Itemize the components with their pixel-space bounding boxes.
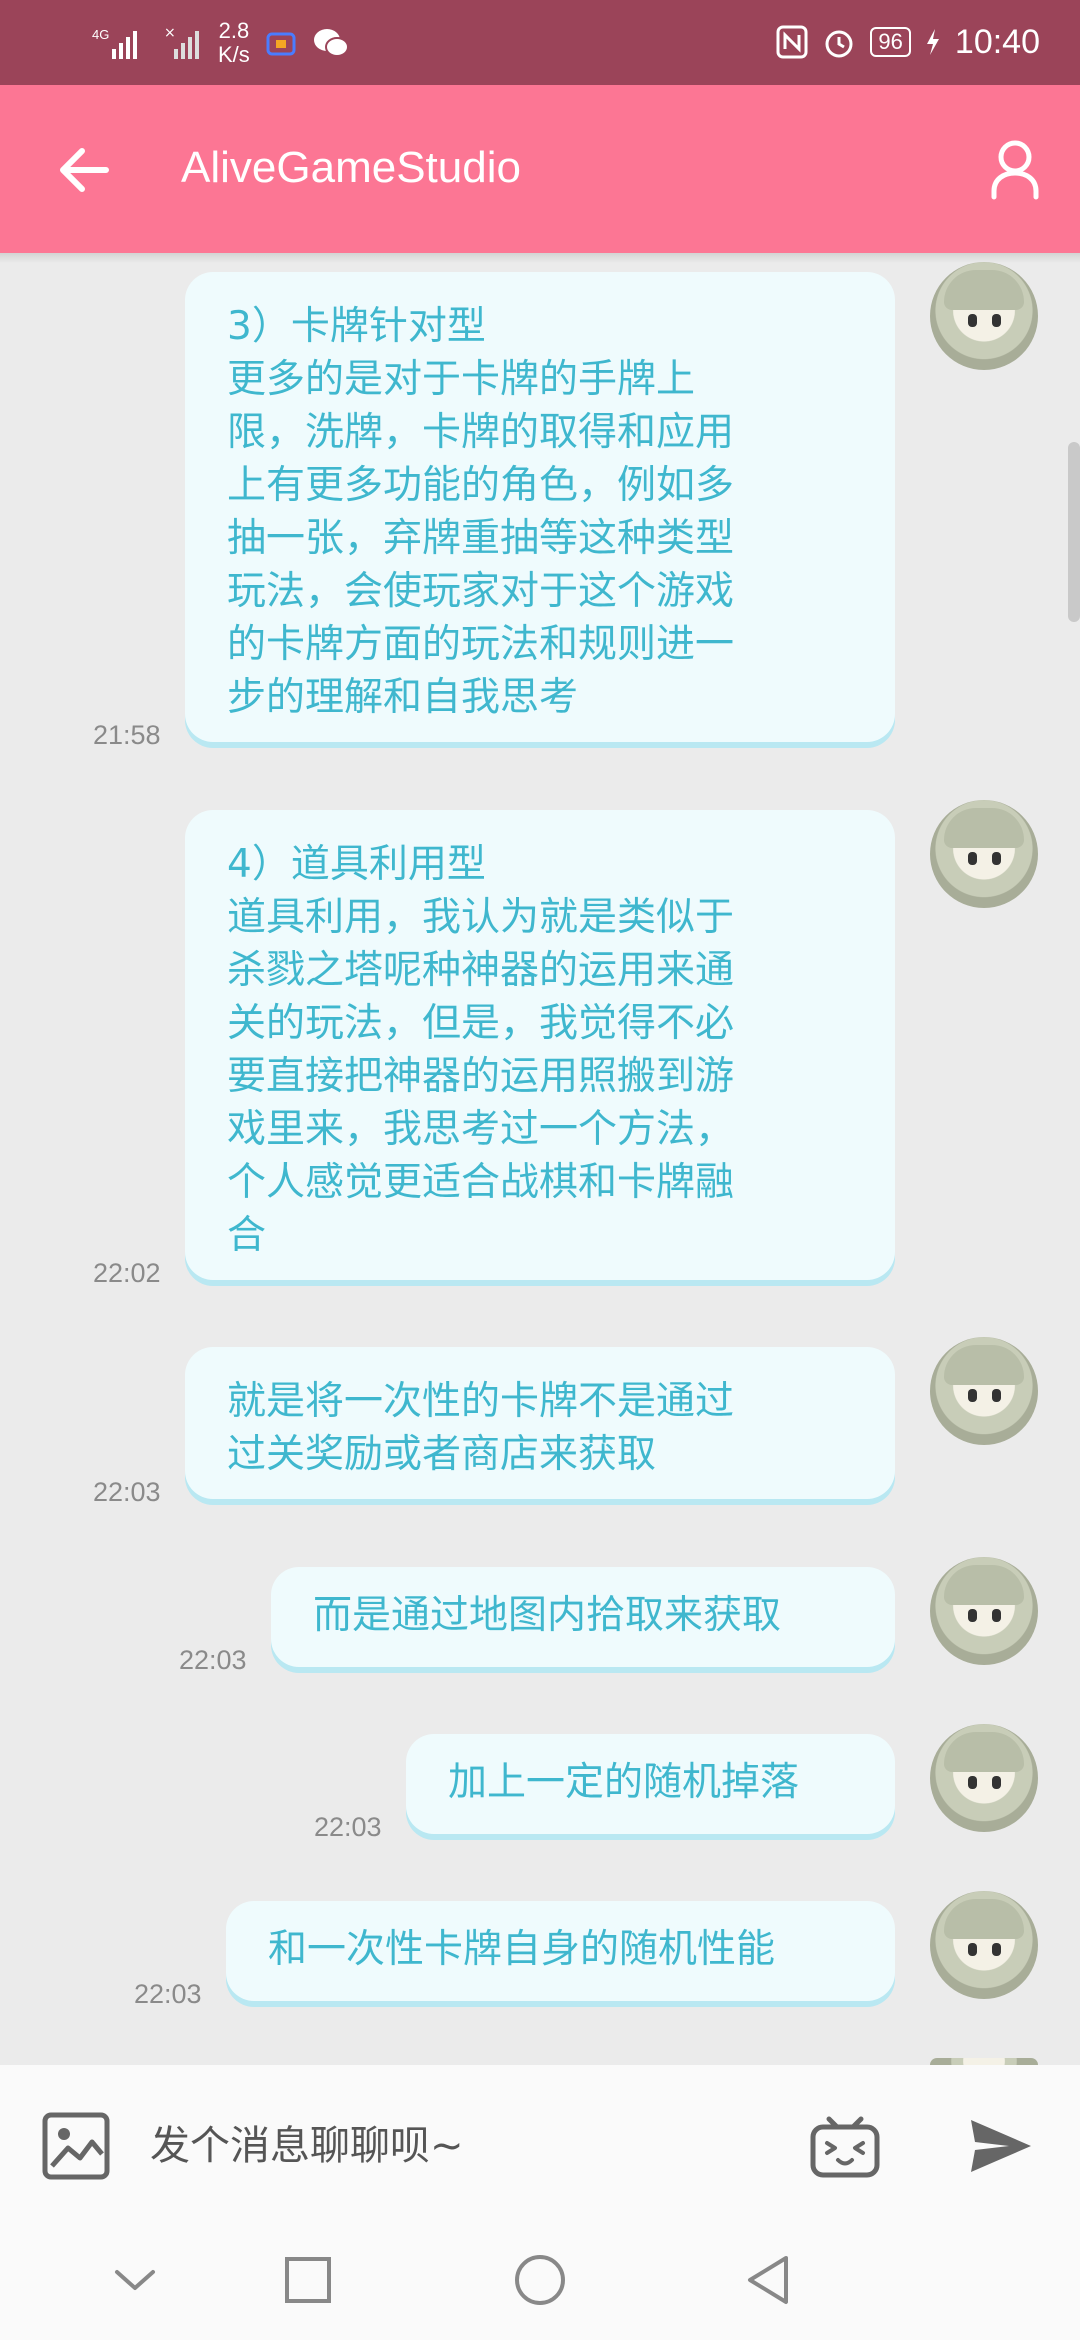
send-icon (971, 2120, 1031, 2172)
nav-home-button[interactable] (510, 2250, 570, 2310)
system-nav-bar (0, 2225, 1080, 2340)
avatar[interactable] (930, 1337, 1038, 1445)
avatar[interactable] (930, 800, 1038, 908)
app-notification-icon (266, 32, 296, 55)
message-bubble[interactable]: 4）道具利用型 道具利用，我认为就是类似于 杀戮之塔呢种神器的运用来通 关的玩法… (185, 810, 895, 1280)
nfc-icon (776, 25, 808, 59)
bilibili-emoji-icon (810, 2116, 880, 2178)
signal-off-icon: × (164, 25, 199, 59)
avatar[interactable] (930, 1557, 1038, 1665)
nav-recents-button[interactable] (278, 2250, 338, 2310)
avatar-partial (930, 2058, 1038, 2065)
back-button[interactable] (50, 135, 120, 205)
emoji-button[interactable] (805, 2105, 885, 2185)
avatar[interactable] (930, 1724, 1038, 1832)
square-icon (285, 2257, 331, 2303)
image-button[interactable] (40, 2110, 112, 2182)
message-time: 22:03 (134, 1979, 202, 2009)
message-time: 22:03 (179, 1645, 247, 1675)
alarm-icon (825, 30, 853, 58)
message-bubble[interactable]: 和一次性卡牌自身的随机性能 (226, 1901, 895, 2001)
profile-button[interactable] (980, 135, 1050, 205)
message-time: 22:03 (314, 1812, 382, 1842)
input-bar (0, 2065, 1080, 2225)
signal-icon: 4G (92, 27, 137, 59)
triangle-back-icon (748, 2256, 788, 2304)
svg-text:×: × (164, 25, 176, 41)
message-time: 21:58 (93, 720, 161, 750)
page-title: AliveGameStudio (181, 143, 521, 192)
nav-hide-button[interactable] (105, 2250, 165, 2310)
avatar[interactable] (930, 262, 1038, 370)
message-time: 22:02 (93, 1258, 161, 1288)
message-input[interactable] (150, 2110, 790, 2182)
network-speed: 2.8 K/s (218, 17, 250, 67)
send-button[interactable] (965, 2110, 1037, 2182)
app-bar-shadow (0, 253, 1080, 263)
message-bubble[interactable]: 加上一定的随机掉落 (406, 1734, 895, 1834)
status-bar: 4G × 2.8 K/s 96 10:40 (0, 0, 1080, 85)
message-bubble[interactable]: 3）卡牌针对型 更多的是对于卡牌的手牌上 限，洗牌，卡牌的取得和应用 上有更多功… (185, 272, 895, 742)
nav-back-button[interactable] (738, 2250, 798, 2310)
message-bubble[interactable]: 而是通过地图内拾取来获取 (271, 1567, 895, 1667)
wechat-icon (313, 28, 349, 57)
circle-icon (515, 2255, 565, 2305)
avatar[interactable] (930, 1891, 1038, 1999)
app-bar: AliveGameStudio (0, 85, 1080, 253)
arrow-left-icon (60, 148, 109, 192)
scrollbar[interactable] (1068, 442, 1080, 622)
battery-indicator: 96 (870, 27, 911, 57)
image-icon (42, 2112, 110, 2180)
clock: 10:40 (954, 22, 1040, 61)
message-bubble[interactable]: 就是将一次性的卡牌不是通过 过关奖励或者商店来获取 (185, 1347, 895, 1499)
person-icon (991, 140, 1039, 200)
message-time: 22:03 (93, 1477, 161, 1507)
svg-text:4G: 4G (92, 27, 109, 42)
chevron-down-icon (115, 2270, 155, 2290)
charging-icon (926, 29, 939, 55)
